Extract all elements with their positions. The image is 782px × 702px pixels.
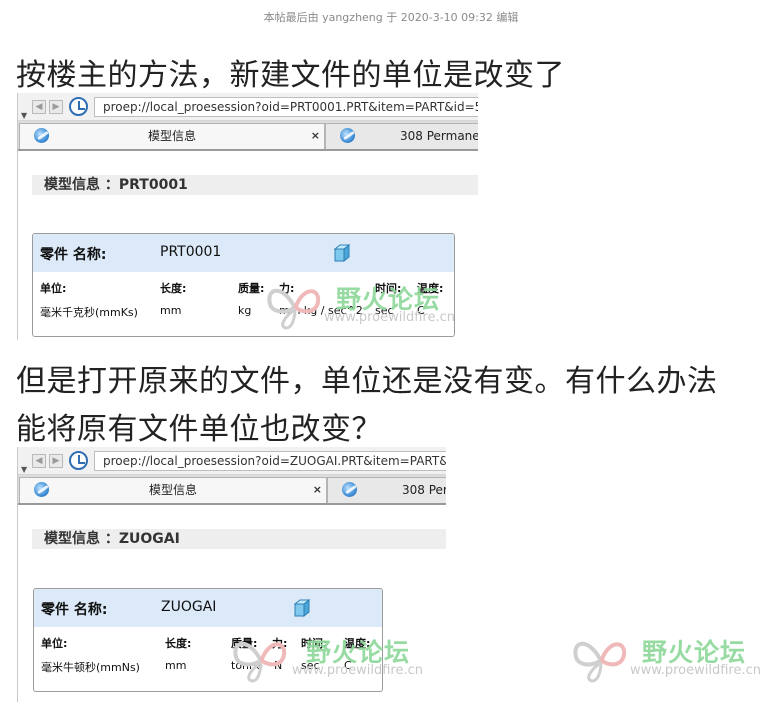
tab-308-permanent[interactable]: 308 Perm xyxy=(327,477,446,503)
force-value: N xyxy=(274,659,283,672)
nav-toolbar: ▼ ◀ ▶ proep://local_proesession?oid=PRT0… xyxy=(18,93,478,121)
temperature-value: C xyxy=(417,304,425,317)
back-arrow-icon[interactable]: ◀ xyxy=(32,454,46,468)
time-value: sec xyxy=(375,304,394,317)
length-header: 长度: xyxy=(165,637,192,650)
model-info-title: 模型信息 ：ZUOGAI xyxy=(32,529,446,549)
temperature-header: 温度: xyxy=(417,282,444,295)
post-paragraph-1: 按楼主的方法，新建文件的单位是改变了 xyxy=(16,58,565,93)
force-value: mm kg / sec^2 xyxy=(279,304,363,317)
force-header: 力: xyxy=(279,282,295,295)
watermark-name: 野火论坛 xyxy=(642,638,747,667)
part-cube-icon xyxy=(293,599,311,617)
post-paragraph-2-line-2: 能将原有文件单位也改变？ xyxy=(16,412,382,447)
part-name-value: PRT0001 xyxy=(160,244,222,260)
dropdown-caret-icon[interactable]: ▼ xyxy=(21,111,27,120)
forward-arrow-icon[interactable]: ▶ xyxy=(49,454,63,468)
forum-watermark: 野火论坛 www.proewildfire.cn xyxy=(570,633,782,693)
part-info-card: 零件 名称: PRT0001 单位: 长度: 质量: 力: 时间: 温度: 毫米… xyxy=(32,233,455,337)
history-clock-icon[interactable] xyxy=(69,97,88,116)
close-icon[interactable]: × xyxy=(311,124,320,148)
forward-arrow-icon[interactable]: ▶ xyxy=(49,100,63,114)
history-clock-icon[interactable] xyxy=(69,451,88,470)
tab-label: 模型信息 xyxy=(147,129,196,143)
tab-model-info[interactable]: 模型信息 × xyxy=(19,477,327,503)
dropdown-caret-icon[interactable]: ▼ xyxy=(21,465,27,474)
part-name-label: 零件 名称: xyxy=(40,247,107,263)
model-info-title: 模型信息 ：PRT0001 xyxy=(32,175,478,195)
time-header: 时间: xyxy=(301,637,328,650)
page-content: 模型信息 ：PRT0001 零件 名称: PRT0001 单位: 长度: 质量:… xyxy=(18,153,478,340)
mass-header: 质量: xyxy=(238,282,265,295)
tab-model-info[interactable]: 模型信息 × xyxy=(19,123,325,149)
browser-globe-icon xyxy=(342,482,357,497)
mass-value: tonne xyxy=(231,659,263,672)
temperature-value: C xyxy=(344,659,352,672)
mass-header: 质量: xyxy=(231,637,258,650)
part-cube-icon xyxy=(333,244,351,262)
tab-label: 模型信息 xyxy=(148,483,197,497)
units-header: 单位: xyxy=(41,637,68,650)
card-header: 零件 名称: ZUOGAI xyxy=(34,589,382,627)
units-grid: 单位: 长度: 质量: 力: 时间: 温度: 毫米牛顿秒(mmNs) mm to… xyxy=(34,627,382,691)
part-name-value: ZUOGAI xyxy=(161,599,217,615)
page-content: 模型信息 ：ZUOGAI 零件 名称: ZUOGAI 单位: 长度: 质量: 力… xyxy=(18,507,446,702)
nav-toolbar: ▼ ◀ ▶ proep://local_proesession?oid=ZUOG… xyxy=(18,447,446,475)
units-header: 单位: xyxy=(40,282,67,295)
tab-label: 308 Perm xyxy=(402,483,446,497)
browser-globe-icon xyxy=(340,128,355,143)
address-field[interactable]: proep://local_proesession?oid=PRT0001.PR… xyxy=(94,97,478,117)
tab-label: 308 Permanent xyxy=(400,129,478,143)
units-value: 毫米千克秒(mmKs) xyxy=(40,306,138,319)
tab-bar: 模型信息 × 308 Permanent xyxy=(18,121,478,151)
card-header: 零件 名称: PRT0001 xyxy=(33,234,454,272)
post-paragraph-2-line-1: 但是打开原来的文件，单位还是没有变。有什么办法 xyxy=(16,364,718,399)
temperature-header: 温度: xyxy=(344,637,371,650)
watermark-url: www.proewildfire.cn xyxy=(630,663,761,678)
back-arrow-icon[interactable]: ◀ xyxy=(32,100,46,114)
units-value: 毫米牛顿秒(mmNs) xyxy=(41,661,140,674)
length-header: 长度: xyxy=(160,282,187,295)
address-field[interactable]: proep://local_proesession?oid=ZUOGAI.PRT… xyxy=(94,451,446,471)
tab-bar: 模型信息 × 308 Perm xyxy=(18,475,446,505)
tab-308-permanent[interactable]: 308 Permanent xyxy=(325,123,478,149)
screenshot-new-file: ▼ ◀ ▶ proep://local_proesession?oid=PRT0… xyxy=(17,93,478,340)
butterfly-logo-icon xyxy=(573,641,627,683)
screenshot-old-file: ▼ ◀ ▶ proep://local_proesession?oid=ZUOG… xyxy=(17,447,446,702)
edit-note: 本帖最后由 yangzheng 于 2020-3-10 09:32 编辑 xyxy=(263,11,519,24)
units-grid: 单位: 长度: 质量: 力: 时间: 温度: 毫米千克秒(mmKs) mm kg… xyxy=(33,272,454,336)
mass-value: kg xyxy=(238,304,252,317)
length-value: mm xyxy=(160,304,182,317)
part-name-label: 零件 名称: xyxy=(41,602,108,618)
part-info-card: 零件 名称: ZUOGAI 单位: 长度: 质量: 力: 时间: 温度: 毫米牛… xyxy=(33,588,383,692)
time-header: 时间: xyxy=(375,282,402,295)
length-value: mm xyxy=(165,659,187,672)
force-header: 力: xyxy=(272,637,288,650)
close-icon[interactable]: × xyxy=(313,478,322,502)
time-value: sec xyxy=(301,659,320,672)
